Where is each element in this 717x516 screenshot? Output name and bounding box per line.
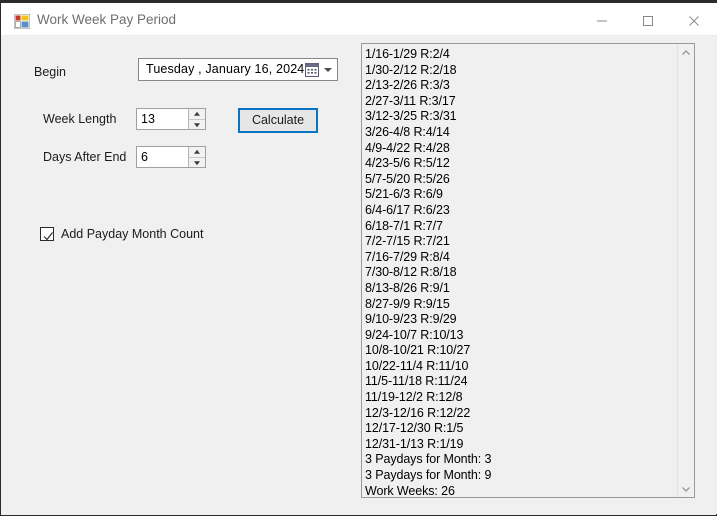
title-bar: Work Week Pay Period xyxy=(1,0,717,35)
list-item[interactable]: 4/23-5/6 R:5/12 xyxy=(365,156,676,172)
scrollbar-up-button[interactable] xyxy=(678,44,694,61)
list-item[interactable]: 3/26-4/8 R:4/14 xyxy=(365,125,676,141)
chevron-up-icon xyxy=(682,49,690,55)
days-after-end-value: 6 xyxy=(141,150,148,164)
list-item[interactable]: 12/17-12/30 R:1/5 xyxy=(365,421,676,437)
begin-date-picker[interactable]: Tuesday , January 16, 2024 xyxy=(138,58,338,81)
begin-date-value: Tuesday , January 16, 2024 xyxy=(146,62,305,76)
window-title: Work Week Pay Period xyxy=(37,12,177,27)
minimize-icon xyxy=(597,20,607,21)
week-length-spin-buttons[interactable] xyxy=(188,109,205,129)
list-item[interactable]: 3 Paydays for Month: 9 xyxy=(365,468,676,484)
scrollbar-down-button[interactable] xyxy=(678,480,694,497)
week-length-label: Week Length xyxy=(43,112,117,126)
windows-forms-icon xyxy=(13,13,31,30)
results-listbox[interactable]: 1/16-1/29 R:2/4 1/30-2/12 R:2/18 2/13-2/… xyxy=(361,43,695,498)
list-item[interactable]: 8/13-8/26 R:9/1 xyxy=(365,281,676,297)
form-client-area: Begin Tuesday , January 16, 2024 Week Le… xyxy=(2,36,717,514)
triangle-down-icon xyxy=(194,161,200,166)
week-length-increment[interactable] xyxy=(189,109,205,120)
list-item[interactable]: 2/13-2/26 R:3/3 xyxy=(365,78,676,94)
calendar-icon xyxy=(305,63,319,82)
triangle-up-icon xyxy=(194,149,200,154)
week-length-stepper[interactable]: 13 xyxy=(136,108,206,130)
checkmark-icon xyxy=(43,229,54,247)
application-window: Work Week Pay Period Begin Tuesday , Jan… xyxy=(0,0,717,516)
list-item[interactable]: 1/16-1/29 R:2/4 xyxy=(365,47,676,63)
begin-label: Begin xyxy=(34,65,66,79)
days-after-end-increment[interactable] xyxy=(189,147,205,158)
list-item[interactable]: 3/12-3/25 R:3/31 xyxy=(365,109,676,125)
days-after-end-stepper[interactable]: 6 xyxy=(136,146,206,168)
list-item[interactable]: 5/7-5/20 R:5/26 xyxy=(365,172,676,188)
list-item[interactable]: 10/8-10/21 R:10/27 xyxy=(365,343,676,359)
days-after-end-spin-buttons[interactable] xyxy=(188,147,205,167)
days-after-end-label: Days After End xyxy=(43,150,127,164)
results-list: 1/16-1/29 R:2/4 1/30-2/12 R:2/18 2/13-2/… xyxy=(365,47,676,497)
week-length-value: 13 xyxy=(141,112,155,126)
list-item[interactable]: 4/9-4/22 R:4/28 xyxy=(365,141,676,157)
list-item[interactable]: 6/18-7/1 R:7/7 xyxy=(365,219,676,235)
list-item[interactable]: 8/27-9/9 R:9/15 xyxy=(365,297,676,313)
list-item[interactable]: 11/5-11/18 R:11/24 xyxy=(365,374,676,390)
list-item[interactable]: 3 Paydays for Month: 3 xyxy=(365,452,676,468)
list-item[interactable]: 10/22-11/4 R:11/10 xyxy=(365,359,676,375)
list-item[interactable]: 7/30-8/12 R:8/18 xyxy=(365,265,676,281)
list-item[interactable]: 7/2-7/15 R:7/21 xyxy=(365,234,676,250)
list-item[interactable]: 12/3-12/16 R:12/22 xyxy=(365,406,676,422)
close-icon xyxy=(689,15,699,26)
calculate-button[interactable]: Calculate xyxy=(238,108,318,133)
chevron-down-icon xyxy=(682,486,690,492)
minimize-button[interactable] xyxy=(579,6,625,35)
list-item[interactable]: 9/24-10/7 R:10/13 xyxy=(365,328,676,344)
checkbox-label: Add Payday Month Count xyxy=(61,227,204,241)
list-item[interactable]: 9/10-9/23 R:9/29 xyxy=(365,312,676,328)
date-picker-dropdown[interactable] xyxy=(302,61,335,78)
chevron-down-icon xyxy=(324,68,332,72)
list-item[interactable]: 7/16-7/29 R:8/4 xyxy=(365,250,676,266)
week-length-decrement[interactable] xyxy=(189,120,205,130)
checkbox-box xyxy=(40,227,54,241)
list-item[interactable]: 12/31-1/13 R:1/19 xyxy=(365,437,676,453)
triangle-down-icon xyxy=(194,123,200,128)
scrollbar-track[interactable] xyxy=(678,61,694,480)
list-item[interactable]: 11/19-12/2 R:12/8 xyxy=(365,390,676,406)
results-scrollbar[interactable] xyxy=(677,44,694,497)
close-button[interactable] xyxy=(671,6,717,35)
list-item[interactable]: Work Weeks: 26 xyxy=(365,484,676,497)
days-after-end-decrement[interactable] xyxy=(189,158,205,168)
list-item[interactable]: 1/30-2/12 R:2/18 xyxy=(365,63,676,79)
maximize-icon xyxy=(643,15,653,26)
triangle-up-icon xyxy=(194,111,200,116)
list-item[interactable]: 2/27-3/11 R:3/17 xyxy=(365,94,676,110)
list-item[interactable]: 6/4-6/17 R:6/23 xyxy=(365,203,676,219)
maximize-button[interactable] xyxy=(625,6,671,35)
list-item[interactable]: 5/21-6/3 R:6/9 xyxy=(365,187,676,203)
